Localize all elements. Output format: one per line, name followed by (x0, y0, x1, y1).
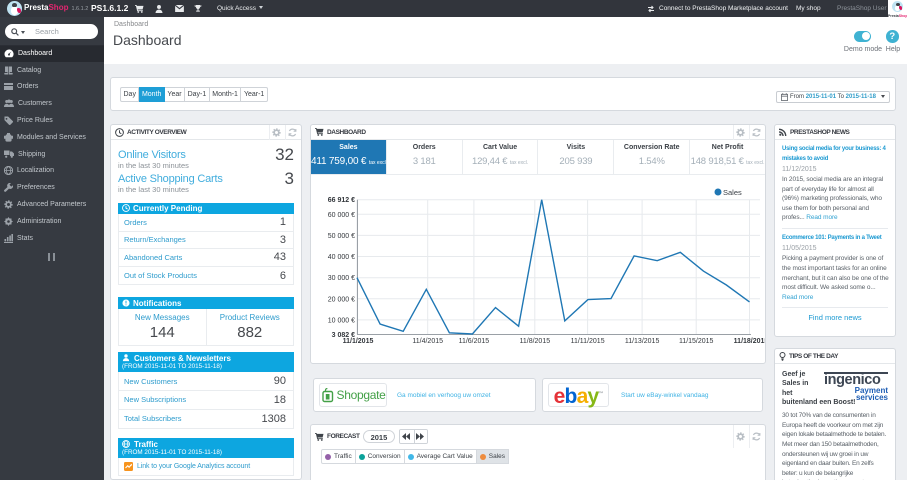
svg-text:10 000 €: 10 000 € (328, 317, 355, 324)
svg-text:11/11/2015: 11/11/2015 (571, 338, 605, 345)
svg-text:50 000 €: 50 000 € (328, 233, 355, 240)
svg-text:11/18/2015: 11/18/2015 (734, 338, 765, 345)
svg-text:11/1/2015: 11/1/2015 (343, 338, 374, 345)
svg-text:20 000 €: 20 000 € (328, 296, 355, 303)
svg-text:11/15/2015: 11/15/2015 (679, 338, 714, 345)
svg-text:40 000 €: 40 000 € (328, 254, 355, 261)
svg-text:11/13/2015: 11/13/2015 (625, 338, 660, 345)
svg-text:60 000 €: 60 000 € (328, 212, 355, 219)
svg-text:11/6/2015: 11/6/2015 (459, 338, 490, 345)
svg-text:66 912 €: 66 912 € (328, 197, 355, 204)
svg-text:11/8/2015: 11/8/2015 (519, 338, 550, 345)
svg-text:Sales: Sales (723, 188, 742, 197)
svg-text:11/4/2015: 11/4/2015 (412, 338, 443, 345)
svg-text:30 000 €: 30 000 € (328, 275, 355, 282)
